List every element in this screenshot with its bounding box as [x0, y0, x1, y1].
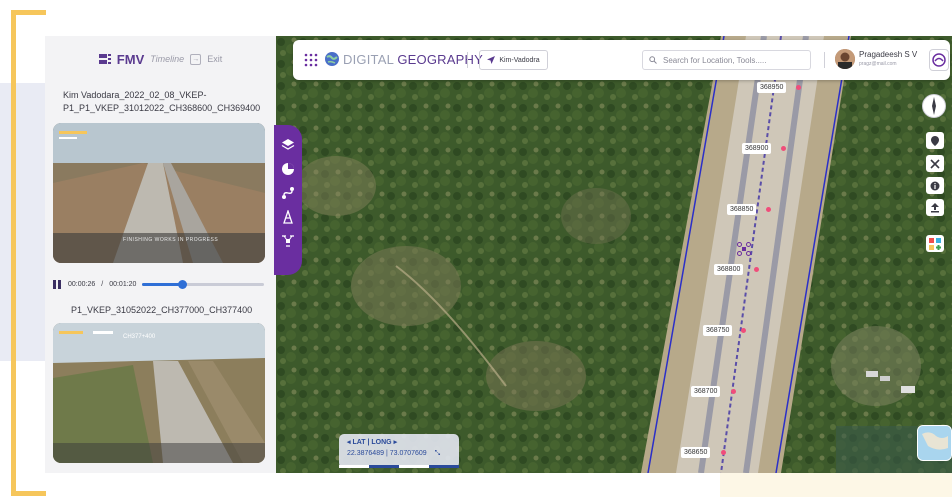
coordinates-label[interactable]: ◂ LAT | LONG ▸: [347, 438, 397, 446]
avatar[interactable]: [835, 49, 855, 69]
longitude-value: 73.0707609: [389, 450, 427, 457]
layers-button[interactable]: [280, 137, 296, 153]
scale-bar: [339, 465, 459, 468]
coordinates-values: 22.3876489 | 73.0707609 ⤡: [347, 450, 440, 458]
brand-bold: GEOGRAPHY: [397, 52, 483, 67]
map-view[interactable]: [276, 36, 952, 473]
decor-panel: [0, 83, 46, 361]
analytics-button[interactable]: [280, 161, 296, 177]
coordinates-separator: |: [385, 450, 388, 457]
timeline-tab[interactable]: Timeline: [150, 54, 184, 64]
chainage-pin-icon[interactable]: [796, 85, 801, 90]
decor-frame-left: [11, 10, 16, 496]
video-caption: FINISHING WORKS IN PROGRESS: [123, 237, 219, 243]
video-player-2[interactable]: CH377+400: [53, 323, 265, 463]
chevron-right-icon: ▸: [391, 439, 398, 446]
chainage-pin-icon[interactable]: [766, 207, 771, 212]
basemap-toggle[interactable]: [917, 425, 952, 461]
video-controls: 00:00:26 / 00:01:20: [53, 276, 268, 292]
navigation-arrow-icon: [487, 56, 496, 64]
info-button[interactable]: [926, 177, 944, 194]
decor-frame-top: [11, 10, 46, 15]
upload-button[interactable]: [926, 199, 944, 216]
chainage-label[interactable]: 368700: [691, 386, 721, 397]
tools-button[interactable]: [926, 155, 944, 172]
chainage-label[interactable]: 368900: [742, 143, 772, 154]
elapsed-time: 00:00:26: [68, 280, 96, 288]
copy-icon[interactable]: ⤡: [435, 450, 441, 457]
layers-icon: [281, 139, 295, 150]
chainage-pin-icon[interactable]: [781, 146, 786, 151]
total-duration: 00:01:20: [109, 280, 137, 288]
route-button[interactable]: [280, 185, 296, 201]
video-title: P1_VKEP_31052022_CH377000_CH377400: [71, 305, 253, 315]
chainage-label[interactable]: 368750: [703, 325, 733, 336]
exit-icon[interactable]: →: [190, 53, 202, 65]
app-brand: DIGITAL GEOGRAPHY: [343, 52, 483, 67]
exit-button[interactable]: Exit: [207, 54, 222, 64]
chainage-pin-icon[interactable]: [754, 267, 759, 272]
chainage-pin-icon[interactable]: [741, 328, 746, 333]
widgets-button[interactable]: [926, 235, 944, 252]
search-icon: [649, 56, 657, 64]
compass-icon: [932, 97, 936, 115]
chainage-label[interactable]: 368950: [757, 82, 787, 93]
location-pin-button[interactable]: [926, 132, 944, 149]
compass-control[interactable]: [922, 94, 946, 118]
location-label: Kim-Vadodra: [499, 56, 540, 64]
chainage-pin-icon[interactable]: [721, 450, 726, 455]
chainage-label[interactable]: 368850: [727, 204, 757, 215]
brand-light: DIGITAL: [343, 52, 394, 67]
drone-marker-icon[interactable]: [737, 242, 751, 256]
video-title: Kim Vadodara_2022_02_08_VKEP-P1_P1_VKEP_…: [63, 90, 261, 113]
chainage-pin-icon[interactable]: [731, 389, 736, 394]
chainage-label[interactable]: 368650: [681, 447, 711, 458]
latitude-value: 22.3876489: [347, 450, 384, 457]
video-frame-2: [53, 323, 265, 463]
pause-icon[interactable]: [53, 279, 62, 289]
fmv-header: FMV Timeline → Exit: [45, 36, 276, 82]
video-player-1[interactable]: FINISHING WORKS IN PROGRESS: [53, 123, 265, 263]
divider: [467, 52, 468, 68]
globe-logo-icon: [325, 52, 339, 66]
seek-slider[interactable]: [142, 279, 265, 289]
fmv-panel: FMV Timeline → Exit Kim Vadodara_2022_02…: [45, 36, 276, 473]
divider: [824, 52, 825, 68]
search-box[interactable]: [642, 50, 811, 70]
decor-frame-bottom: [11, 491, 46, 496]
user-name: Pragadeesh S V: [859, 50, 918, 59]
search-input[interactable]: [663, 55, 803, 65]
drone-icon: [282, 235, 294, 247]
coordinates-panel: ◂ LAT | LONG ▸ 22.3876489 | 73.0707609 ⤡: [339, 434, 459, 468]
org-logo-icon: [932, 53, 946, 67]
tools-icon: [930, 158, 940, 169]
upload-icon: [931, 202, 939, 212]
location-pin-icon: [931, 135, 939, 146]
tower-button[interactable]: [280, 209, 296, 225]
time-separator: /: [101, 280, 104, 288]
drone-button[interactable]: [280, 233, 296, 249]
apps-grid-icon[interactable]: [303, 52, 319, 68]
analytics-icon: [282, 163, 294, 175]
location-button[interactable]: Kim-Vadodra: [479, 50, 548, 70]
user-photo-icon: [835, 49, 855, 69]
org-logo-button[interactable]: [929, 49, 949, 71]
widgets-icon: [929, 237, 941, 250]
seek-handle[interactable]: [177, 279, 187, 289]
route-icon: [282, 187, 294, 199]
tower-icon: [283, 210, 293, 224]
fmv-title: FMV: [116, 51, 145, 67]
top-bar: DIGITAL GEOGRAPHY Kim-Vadodra Pragad: [293, 40, 950, 80]
satellite-imagery: [276, 36, 952, 473]
basemap-preview-icon: [918, 426, 951, 460]
app-root: 368950 368900 368850 368800 368750 36870…: [0, 0, 952, 497]
coordinates-mode: LAT | LONG: [352, 439, 392, 446]
chainage-label[interactable]: 368800: [714, 264, 744, 275]
fmv-video-icon: [98, 54, 111, 64]
video-caption: CH377+400: [123, 334, 156, 340]
user-email: pragz@mail.com: [859, 61, 897, 67]
info-icon: [930, 181, 940, 190]
side-toolbar: [274, 125, 302, 275]
seek-progress: [142, 282, 183, 286]
